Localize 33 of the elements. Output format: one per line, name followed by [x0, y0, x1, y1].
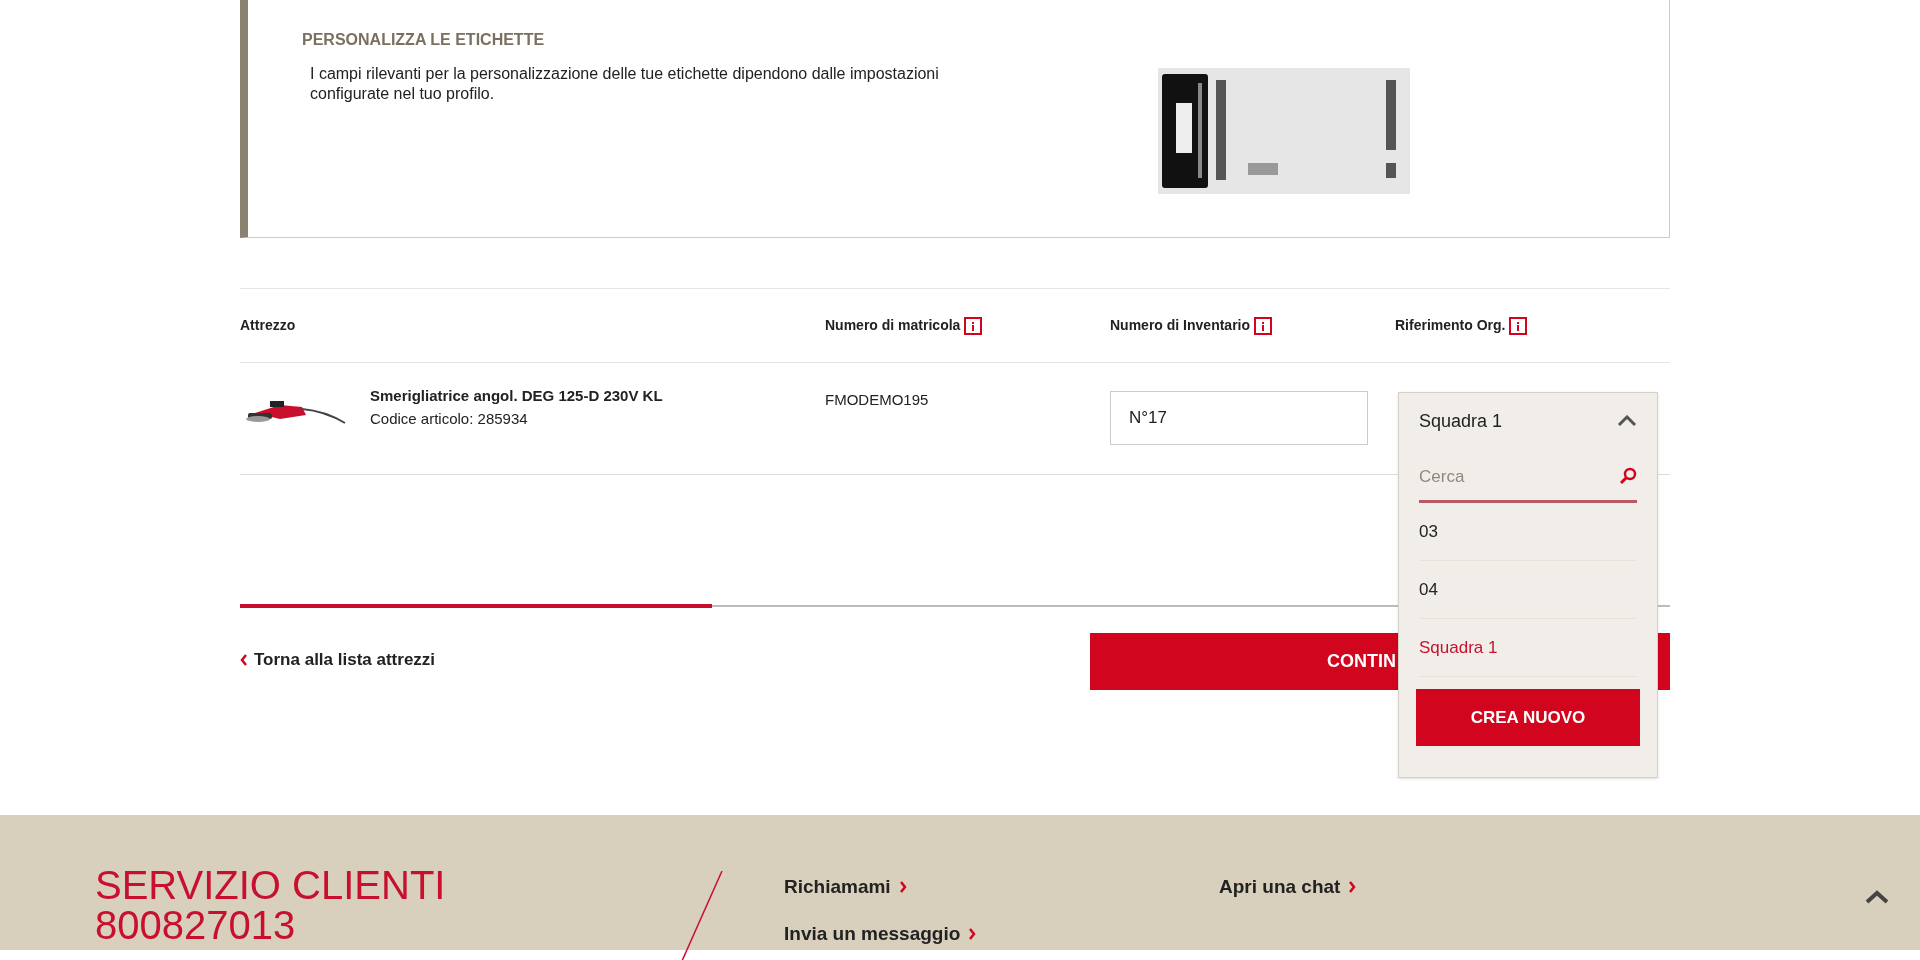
footer-link[interactable]: Richiamami [784, 873, 1219, 902]
org-select[interactable]: Squadra 1 [1419, 393, 1637, 449]
footer-link[interactable]: Invia un messaggio [784, 919, 1219, 948]
article-code: Codice articolo: 285934 [370, 408, 529, 429]
info-icon[interactable] [1254, 316, 1273, 335]
column-header: Attrezzo [240, 316, 296, 335]
section-title: PERSONALIZZA LE ETICHETTE [302, 30, 546, 50]
back-link[interactable]: Torna alla lista attrezzi [240, 647, 436, 673]
slash-divider-icon [680, 871, 724, 960]
chevron-right-icon [968, 927, 977, 940]
search-field[interactable]: Cerca [1419, 453, 1637, 503]
create-new-button[interactable]: CREA NUOVO [1416, 689, 1640, 746]
chevron-right-icon [1348, 881, 1357, 894]
description-text: I campi rilevanti per la personalizzazione delle tue etichette dipendono dalle impostazioni configurate nel tuo profilo. [310, 64, 940, 104]
dropdown-option[interactable]: 03 [1419, 503, 1637, 561]
search-icon [1619, 467, 1637, 485]
footer-title: SERVIZIO CLIENTI [95, 865, 447, 905]
phone-number: 800827013 [95, 905, 297, 945]
info-icon[interactable] [1509, 316, 1528, 335]
column-header: Numero di matricola [825, 316, 961, 335]
column-header: Riferimento Org. [1395, 316, 1506, 335]
info-icon[interactable] [964, 316, 983, 335]
tool-name: Smerigliatrice angol. DEG 125-D 230V KL [370, 386, 663, 406]
column-header: Numero di Inventario [1110, 316, 1251, 335]
chevron-left-icon [240, 653, 248, 666]
scroll-up-icon[interactable] [1864, 889, 1890, 905]
table-cell: FMODEMO195 [825, 391, 929, 408]
chevron-up-icon [1617, 415, 1637, 427]
inventory-field[interactable]: N°17 [1110, 391, 1368, 445]
footer-link[interactable]: Apri una chat [1219, 873, 1519, 902]
dropdown-option[interactable]: Squadra 1 [1419, 619, 1637, 677]
dropdown-option[interactable]: 04 [1419, 561, 1637, 619]
chevron-right-icon [898, 881, 907, 894]
